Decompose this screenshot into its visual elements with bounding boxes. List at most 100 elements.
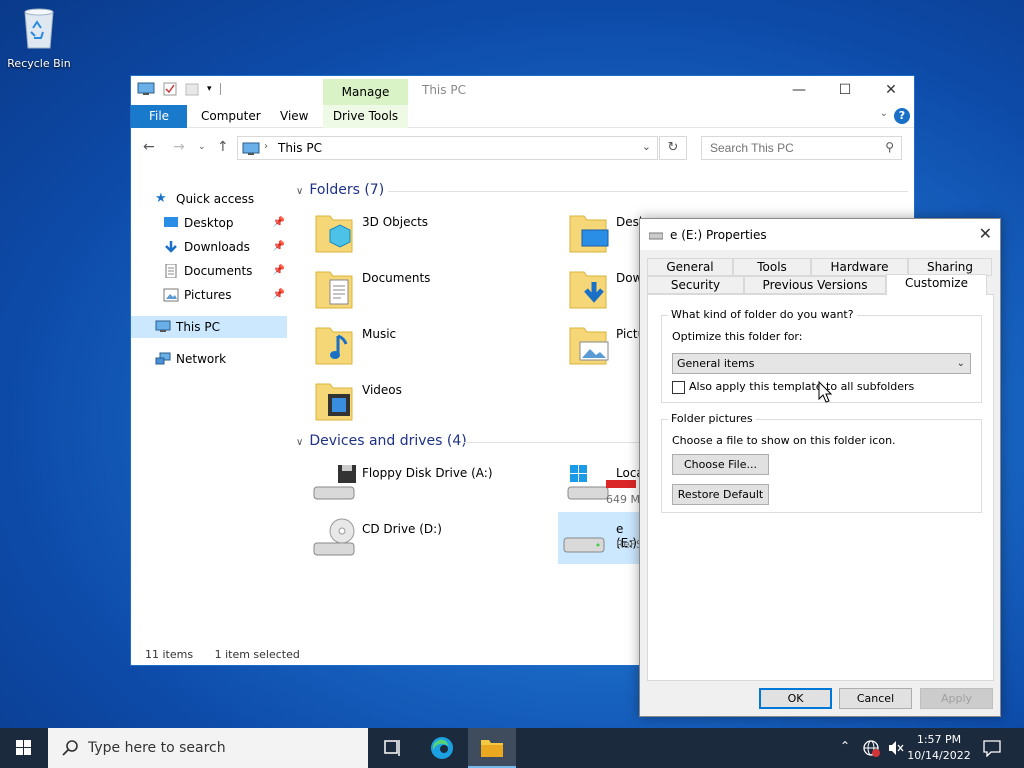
network-globe-icon[interactable] [862,739,880,757]
tab-previous-versions[interactable]: Previous Versions [744,276,886,294]
sidebar-item-network[interactable]: Network [131,348,287,370]
maximize-button[interactable]: ☐ [822,76,868,105]
restore-default-button[interactable]: Restore Default [672,484,769,505]
drive-cd-d[interactable]: CD Drive (D:) [294,515,544,567]
item-label: Music [362,327,397,341]
item-label: Documents [362,271,431,285]
expand-ribbon-icon[interactable]: ⌄ [880,108,888,119]
folder-music[interactable]: Music [294,320,544,372]
window-title: This PC [422,83,466,97]
tab-security[interactable]: Security [647,276,744,294]
folders-group-header[interactable]: ∨ Folders (7) [296,182,384,198]
cancel-button[interactable]: Cancel [839,688,912,709]
taskbar-search-box[interactable]: Type here to search [48,728,368,768]
picture-icon [163,288,179,302]
tab-general[interactable]: General [647,258,733,276]
folder-3d-objects[interactable]: 3D Objects [294,208,544,260]
folder-videos[interactable]: Videos [294,376,544,428]
selection-count: 1 item selected [214,648,300,661]
folder-pictures-legend: Folder pictures [668,412,756,425]
search-box[interactable]: ⚲ [701,136,902,160]
volume-muted-icon[interactable] [887,739,905,757]
file-explorer-taskbar-button[interactable] [468,728,516,768]
group-divider [388,191,908,192]
sidebar-item-label: Network [176,352,227,366]
recycle-bin-icon [24,8,54,49]
sidebar-item-desktop[interactable]: Desktop 📌 [131,212,287,234]
sidebar-item-label: This PC [176,320,220,334]
tab-drive-tools[interactable]: Drive Tools [323,105,408,128]
apply-subfolders-label[interactable]: Also apply this template to all subfolde… [689,380,914,393]
item-label: Floppy Disk Drive (A:) [362,466,493,480]
optimize-label: Optimize this folder for: [672,330,803,343]
address-dropdown-icon[interactable]: ⌄ [642,140,651,153]
tab-customize[interactable]: Customize [886,274,987,295]
apply-button[interactable]: Apply [920,688,993,709]
group-header-label: Folders (7) [309,182,385,198]
sidebar-item-label: Pictures [184,288,232,302]
edge-taskbar-button[interactable] [418,728,466,768]
address-bar[interactable]: › This PC ⌄ [237,136,658,160]
back-arrow-icon[interactable]: ← [143,139,155,155]
drive-usage-bar [606,480,636,488]
this-pc-icon [155,320,171,332]
notifications-icon[interactable] [982,739,1002,757]
drive-properties-dialog: e (E:) Properties ✕ General Tools Hardwa… [639,218,1001,717]
folder-documents[interactable]: Documents [294,264,544,316]
ok-button[interactable]: OK [759,688,832,709]
drive-icon [649,232,663,240]
pin-icon: 📌 [272,265,285,276]
task-view-icon [384,740,400,756]
properties-icon[interactable] [163,82,177,96]
minimize-button[interactable]: — [776,76,822,105]
choose-file-button[interactable]: Choose File... [672,454,769,475]
collapse-chevron-icon[interactable]: ∨ [296,437,303,448]
forward-arrow-icon[interactable]: → [173,139,185,155]
show-hidden-icons-icon[interactable]: ⌃ [840,739,850,753]
sidebar-item-quick-access[interactable]: ★ Quick access [131,188,287,210]
search-icon [62,740,78,756]
optimize-value: General items [677,357,755,370]
start-button[interactable] [0,728,48,768]
task-view-button[interactable] [368,728,416,768]
recycle-bin-desktop-icon[interactable]: Recycle Bin [4,6,74,70]
up-arrow-icon[interactable]: ↑ [217,139,229,155]
sidebar-item-downloads[interactable]: Downloads 📌 [131,236,287,258]
new-folder-icon[interactable] [185,82,199,96]
tab-file[interactable]: File [131,105,187,128]
close-button[interactable]: ✕ [868,76,914,105]
breadcrumb-this-pc[interactable]: This PC [278,141,322,155]
system-clock[interactable]: 1:57 PM 10/14/2022 [906,732,972,764]
refresh-button[interactable]: ↻ [659,136,687,160]
folder-type-legend: What kind of folder do you want? [668,308,857,321]
recent-locations-icon[interactable]: ⌄ [198,142,206,152]
optimize-select[interactable]: General items ⌄ [672,353,971,374]
sidebar-item-this-pc[interactable]: This PC [131,316,287,338]
drive-floppy[interactable]: Floppy Disk Drive (A:) [294,459,544,511]
manage-contextual-tab[interactable]: Manage [323,79,408,105]
windows-drive-icon [567,465,609,500]
dialog-close-icon[interactable]: ✕ [979,224,992,243]
videos-folder-icon [315,383,353,421]
help-icon[interactable]: ? [894,108,910,124]
drive-e[interactable]: e (E:) ReFS [558,512,648,564]
sidebar-item-pictures[interactable]: Pictures 📌 [131,284,287,306]
navigation-pane: ★ Quick access Desktop 📌 Downloads 📌 Doc… [131,166,291,636]
breadcrumb-separator-icon[interactable]: › [264,141,268,152]
customize-qat-icon[interactable]: ▾ [207,84,212,94]
folder-pictures-group: Folder pictures Choose a file to show on… [661,412,982,513]
apply-subfolders-checkbox[interactable] [672,381,685,394]
status-bar: 11 items 1 item selected [145,648,318,661]
sidebar-item-documents[interactable]: Documents 📌 [131,260,287,282]
dialog-title: e (E:) Properties [670,228,767,242]
clock-time: 1:57 PM [916,733,962,746]
item-label: CD Drive (D:) [362,522,442,536]
collapse-chevron-icon[interactable]: ∨ [296,186,303,197]
this-pc-icon [242,142,260,155]
search-input[interactable] [702,137,872,159]
tab-tools[interactable]: Tools [733,258,811,276]
tab-view[interactable]: View [270,105,318,128]
devices-group-header[interactable]: ∨ Devices and drives (4) [296,433,467,449]
qat-divider [219,83,221,95]
tab-computer[interactable]: Computer [191,105,271,128]
